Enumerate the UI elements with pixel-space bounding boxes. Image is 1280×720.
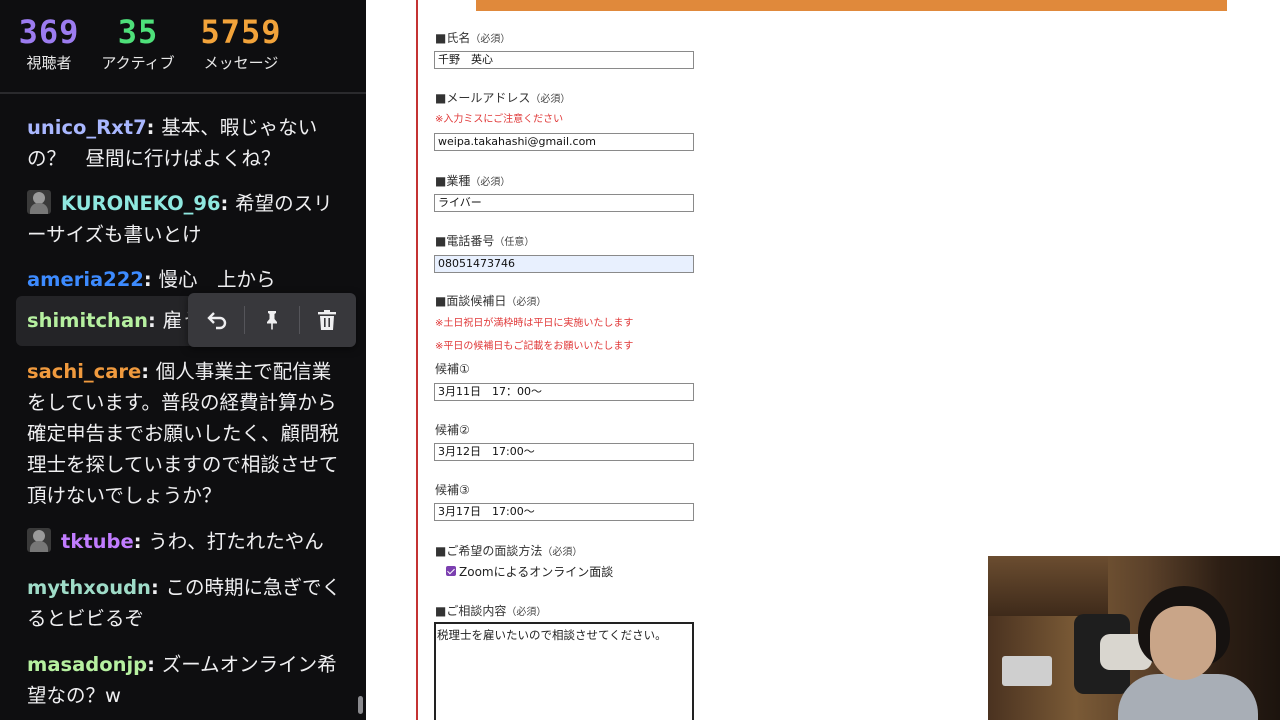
active-stat: 35 アクティブ — [96, 12, 180, 74]
pin-icon — [266, 311, 277, 330]
page-left-rule — [416, 0, 418, 720]
interview-method-label: ■ご希望の面談方法（必須） — [435, 543, 582, 561]
required-tag: （必須） — [530, 94, 571, 105]
consult-textarea[interactable]: 税理士を雇いたいので相談させてください。 — [434, 622, 694, 720]
email-label: ■メールアドレス（必須） — [435, 90, 570, 108]
messages-stat: 5759 メッセージ — [196, 12, 286, 74]
streamer-face — [1150, 606, 1216, 680]
name-label-text: ■氏名 — [435, 31, 471, 45]
user-avatar-icon — [27, 528, 51, 552]
streamer-body — [1118, 674, 1258, 720]
method-label-text: ■ご希望の面談方法 — [435, 544, 543, 558]
delete-button[interactable] — [307, 300, 347, 340]
email-field[interactable]: weipa.takahashi@gmail.com — [434, 133, 694, 151]
messages-label: メッセージ — [203, 54, 279, 72]
chat-message[interactable]: unico_Rxt7: 基本、暇じゃないの？ 昼間に行けばよくね？ — [16, 112, 356, 174]
required-tag: （必須） — [470, 177, 511, 188]
messages-count: 5759 — [200, 13, 282, 51]
viewers-count: 369 — [18, 13, 80, 51]
toolbar-separator — [298, 306, 300, 334]
chat-message[interactable]: mythxoudn: この時期に急ぎでくるとビビるぞ — [16, 572, 356, 634]
candidate-1-label: 候補① — [435, 362, 470, 376]
chat-username[interactable]: shimitchan — [27, 309, 148, 332]
candidate-2-field[interactable]: 3月12日 17:00～ — [434, 443, 694, 461]
industry-label: ■業種（必須） — [435, 173, 510, 191]
zoom-checkbox[interactable] — [446, 566, 456, 576]
message-action-toolbar — [188, 293, 356, 347]
chat-message[interactable]: KURONEKO_96: 希望のスリーサイズも書いとけ — [16, 188, 356, 250]
webcam-device — [1002, 656, 1052, 686]
chat-message[interactable]: masadonjp: ズームオンライン希望なの？w — [16, 649, 356, 711]
chat-message[interactable]: tktube: うわ、打たれたやん — [16, 526, 356, 557]
chat-scrollbar[interactable] — [357, 96, 364, 720]
webcam-shelf — [988, 556, 1108, 616]
chat-username[interactable]: sachi_care — [27, 360, 141, 383]
candidate-2-label: 候補② — [435, 423, 470, 437]
interview-note-1: ※土日祝日が満枠時は平日に実施いたします — [435, 318, 634, 329]
chat-panel: 369 視聴者 35 アクティブ 5759 メッセージ unico_Rxt7: … — [0, 0, 366, 720]
candidate-3-field[interactable]: 3月17日 17:00～ — [434, 503, 694, 521]
chat-username[interactable]: mythxoudn — [27, 576, 151, 599]
reply-icon — [207, 312, 227, 330]
chat-username[interactable]: masadonjp — [27, 653, 147, 676]
chat-message[interactable]: ameria222: 慢心 上から — [16, 264, 356, 295]
pin-button[interactable] — [252, 300, 292, 340]
viewers-stat: 369 視聴者 — [18, 12, 80, 74]
phone-field[interactable]: 08051473746 — [434, 255, 694, 273]
email-note: ※入力ミスにご注意ください — [435, 114, 564, 125]
reply-button[interactable] — [197, 300, 237, 340]
chat-username[interactable]: KURONEKO_96 — [61, 192, 221, 215]
email-label-text: ■メールアドレス — [435, 91, 531, 105]
chat-message[interactable]: sachi_care: 個人事業主で配信業をしています。普段の経費計算から確定申… — [16, 356, 356, 511]
industry-label-text: ■業種 — [435, 174, 471, 188]
chat-scroll-thumb[interactable] — [358, 696, 363, 714]
stream-stats: 369 視聴者 35 アクティブ 5759 メッセージ — [0, 0, 366, 92]
phone-label: ■電話番号（任意） — [435, 233, 534, 251]
chat-username[interactable]: ameria222 — [27, 268, 144, 291]
name-field[interactable]: 千野 英心 — [434, 51, 694, 69]
required-tag: （必須） — [542, 547, 583, 558]
required-tag: （必須） — [470, 34, 511, 45]
phone-label-text: ■電話番号 — [435, 234, 495, 248]
candidate-3-label: 候補③ — [435, 483, 470, 497]
chat-text: 慢心 上から — [158, 268, 276, 291]
candidate-1-field[interactable]: 3月11日 17：00～ — [434, 383, 694, 401]
interview-date-label: ■面談候補日（必須） — [435, 293, 546, 311]
viewers-label: 視聴者 — [26, 54, 72, 72]
toolbar-separator — [244, 306, 246, 334]
required-tag: （必須） — [506, 297, 547, 308]
consult-label: ■ご相談内容（必須） — [435, 603, 546, 621]
industry-field[interactable]: ライバー — [434, 194, 694, 212]
active-count: 35 — [117, 13, 159, 51]
chat-username[interactable]: tktube — [61, 530, 134, 553]
chat-username[interactable]: unico_Rxt7 — [27, 116, 147, 139]
user-avatar-icon — [27, 190, 51, 214]
chat-text: うわ、打たれたやん — [148, 530, 324, 553]
trash-icon — [317, 310, 336, 330]
interview-note-2: ※平日の候補日もご記載をお願いいたします — [435, 341, 634, 352]
optional-tag: （任意） — [494, 237, 535, 248]
required-tag: （必須） — [506, 607, 547, 618]
active-label: アクティブ — [101, 54, 175, 72]
name-label: ■氏名（必須） — [435, 30, 510, 48]
stats-divider — [0, 92, 366, 94]
consult-label-text: ■ご相談内容 — [435, 604, 507, 618]
zoom-option-label[interactable]: Zoomによるオンライン面談 — [459, 564, 613, 580]
header-accent-bar — [476, 0, 1227, 11]
webcam-overlay — [988, 556, 1280, 720]
interview-label-text: ■面談候補日 — [435, 294, 507, 308]
chat-message-list[interactable]: unico_Rxt7: 基本、暇じゃないの？ 昼間に行けばよくね？ KURONE… — [0, 96, 356, 720]
